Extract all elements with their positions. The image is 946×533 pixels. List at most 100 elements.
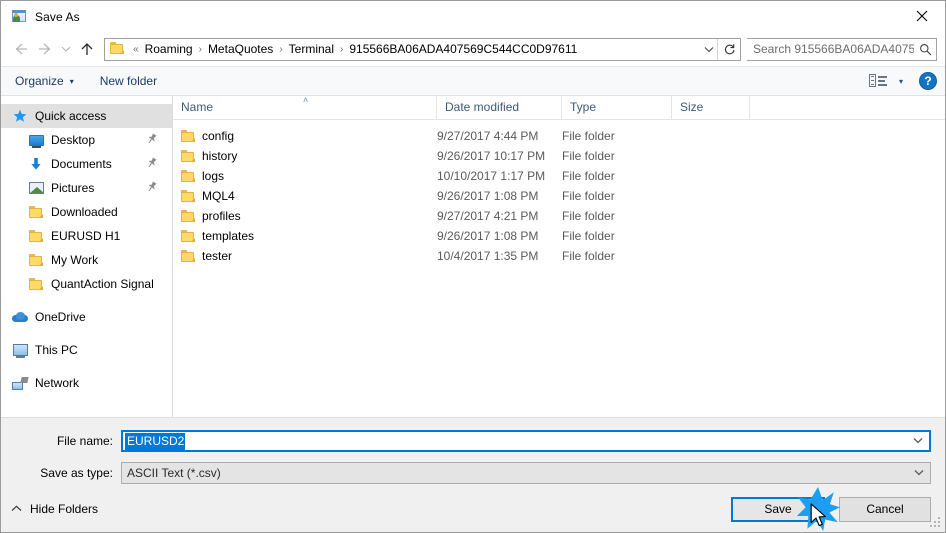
view-options-button[interactable]: ▾ (868, 73, 903, 89)
folder-icon (181, 170, 195, 182)
breadcrumb-item-terminal[interactable]: Terminal (286, 42, 337, 56)
chevron-down-icon[interactable] (701, 46, 717, 53)
file-type: File folder (562, 149, 615, 163)
navigation-bar: « Roaming › MetaQuotes › Terminal › 9155… (1, 32, 945, 66)
file-name-value: EURUSD2 (125, 432, 186, 450)
file-size (672, 166, 750, 186)
sidebar-item-network[interactable]: Network (1, 371, 172, 395)
search-input[interactable]: Search 915566BA06ADA40756... (747, 42, 914, 56)
column-header-label: Name (181, 100, 214, 114)
hide-folders-button[interactable]: Hide Folders (11, 502, 98, 516)
table-row[interactable]: profiles 9/27/2017 4:21 PM File folder (173, 206, 945, 226)
file-name-cell: templates (173, 226, 437, 246)
breadcrumb-item-metaquotes[interactable]: MetaQuotes (205, 42, 276, 56)
file-rows: config 9/27/2017 4:44 PM File folder his… (173, 120, 945, 417)
address-bar[interactable]: « Roaming › MetaQuotes › Terminal › 9155… (104, 37, 741, 61)
table-row[interactable]: history 9/26/2017 10:17 PM File folder (173, 146, 945, 166)
file-type: File folder (562, 169, 615, 183)
save-as-type-select[interactable]: ASCII Text (*.csv) (121, 462, 931, 484)
refresh-icon[interactable] (718, 43, 740, 56)
file-type: File folder (562, 249, 615, 263)
column-header-filler (750, 96, 945, 119)
file-name: tester (202, 249, 233, 263)
sidebar-item-my-work[interactable]: My Work (1, 248, 172, 272)
sidebar-item-label: Desktop (51, 133, 96, 147)
chevron-down-icon[interactable] (914, 468, 924, 479)
table-row[interactable]: templates 9/26/2017 1:08 PM File folder (173, 226, 945, 246)
table-row[interactable]: config 9/27/2017 4:44 PM File folder (173, 126, 945, 146)
folder-icon (181, 130, 195, 142)
file-type: File folder (562, 209, 615, 223)
file-size (672, 246, 750, 266)
breadcrumb-overflow[interactable]: « (130, 44, 142, 55)
sidebar-item-quick-access[interactable]: Quick access (1, 104, 172, 128)
column-header-name[interactable]: Name ˄ (173, 96, 437, 119)
file-name-cell: logs (173, 166, 437, 186)
table-row[interactable]: tester 10/4/2017 1:35 PM File folder (173, 246, 945, 266)
forward-button[interactable] (33, 37, 57, 61)
cancel-button[interactable]: Cancel (839, 496, 931, 522)
breadcrumb-item-roaming[interactable]: Roaming (142, 42, 196, 56)
sidebar-item-quantaction-signal[interactable]: QuantAction Signal (1, 272, 172, 296)
folder-icon (27, 204, 45, 220)
breadcrumb-separator: › (279, 43, 283, 55)
sidebar-item-desktop[interactable]: Desktop (1, 128, 172, 152)
sidebar-item-downloaded[interactable]: Downloaded (1, 200, 172, 224)
folder-icon (110, 42, 126, 56)
column-header-size[interactable]: Size (672, 96, 750, 119)
file-name-cell: config (173, 126, 437, 146)
table-row[interactable]: MQL4 9/26/2017 1:08 PM File folder (173, 186, 945, 206)
sidebar-item-label: Downloaded (51, 205, 118, 219)
sidebar-item-eurusd-h1[interactable]: EURUSD H1 (1, 224, 172, 248)
file-type: File folder (562, 229, 615, 243)
save-as-type-label: Save as type: (40, 466, 113, 480)
search-icon[interactable] (914, 43, 936, 56)
file-name-input[interactable]: EURUSD2 (121, 430, 931, 452)
recent-locations-icon[interactable] (57, 37, 75, 61)
close-icon[interactable] (899, 1, 945, 31)
chevron-down-icon[interactable] (913, 436, 923, 447)
sidebar-item-documents[interactable]: Documents (1, 152, 172, 176)
dialog-body: Quick access Desktop Documents Pictures … (1, 96, 945, 417)
help-button[interactable]: ? (919, 72, 937, 90)
table-row[interactable]: logs 10/10/2017 1:17 PM File folder (173, 166, 945, 186)
network-icon (11, 375, 29, 391)
desktop-icon (27, 132, 45, 148)
sidebar-item-label: OneDrive (35, 310, 86, 324)
sidebar-item-this-pc[interactable]: This PC (1, 338, 172, 362)
documents-icon (27, 156, 45, 172)
back-button[interactable] (9, 37, 33, 61)
folder-icon (181, 230, 195, 242)
sidebar-item-label: This PC (35, 343, 78, 357)
sidebar-item-label: Documents (51, 157, 112, 171)
sidebar-item-label: EURUSD H1 (51, 229, 121, 243)
file-date: 9/27/2017 4:44 PM (437, 129, 539, 143)
chevron-down-icon: ▾ (69, 76, 74, 86)
title-bar: Save As (1, 1, 945, 32)
pin-icon (143, 179, 159, 196)
folder-icon (181, 250, 195, 262)
file-name-cell: MQL4 (173, 186, 437, 206)
new-folder-label: New folder (99, 74, 158, 88)
column-header-date-modified[interactable]: Date modified (437, 96, 562, 119)
column-header-type[interactable]: Type (562, 96, 672, 119)
file-name-row: File name: EURUSD2 (1, 428, 945, 454)
window-title: Save As (35, 9, 80, 24)
file-name-label: File name: (56, 434, 113, 448)
file-size (672, 186, 750, 206)
organize-label: Organize (15, 74, 64, 88)
breadcrumb-item-guid[interactable]: 915566BA06ADA407569C544CC0D97611 (346, 42, 580, 56)
organize-button[interactable]: Organize ▾ (15, 74, 74, 88)
up-button[interactable] (75, 37, 99, 61)
sidebar-item-label: My Work (51, 253, 99, 267)
resize-grip[interactable] (930, 517, 942, 529)
sidebar-item-pictures[interactable]: Pictures (1, 176, 172, 200)
onedrive-icon (11, 309, 29, 325)
pictures-icon (27, 180, 45, 196)
search-box[interactable]: Search 915566BA06ADA40756... (747, 37, 937, 61)
sidebar-item-onedrive[interactable]: OneDrive (1, 305, 172, 329)
file-date: 10/10/2017 1:17 PM (437, 169, 546, 183)
save-button[interactable]: Save (731, 496, 825, 522)
new-folder-button[interactable]: New folder (100, 74, 157, 88)
